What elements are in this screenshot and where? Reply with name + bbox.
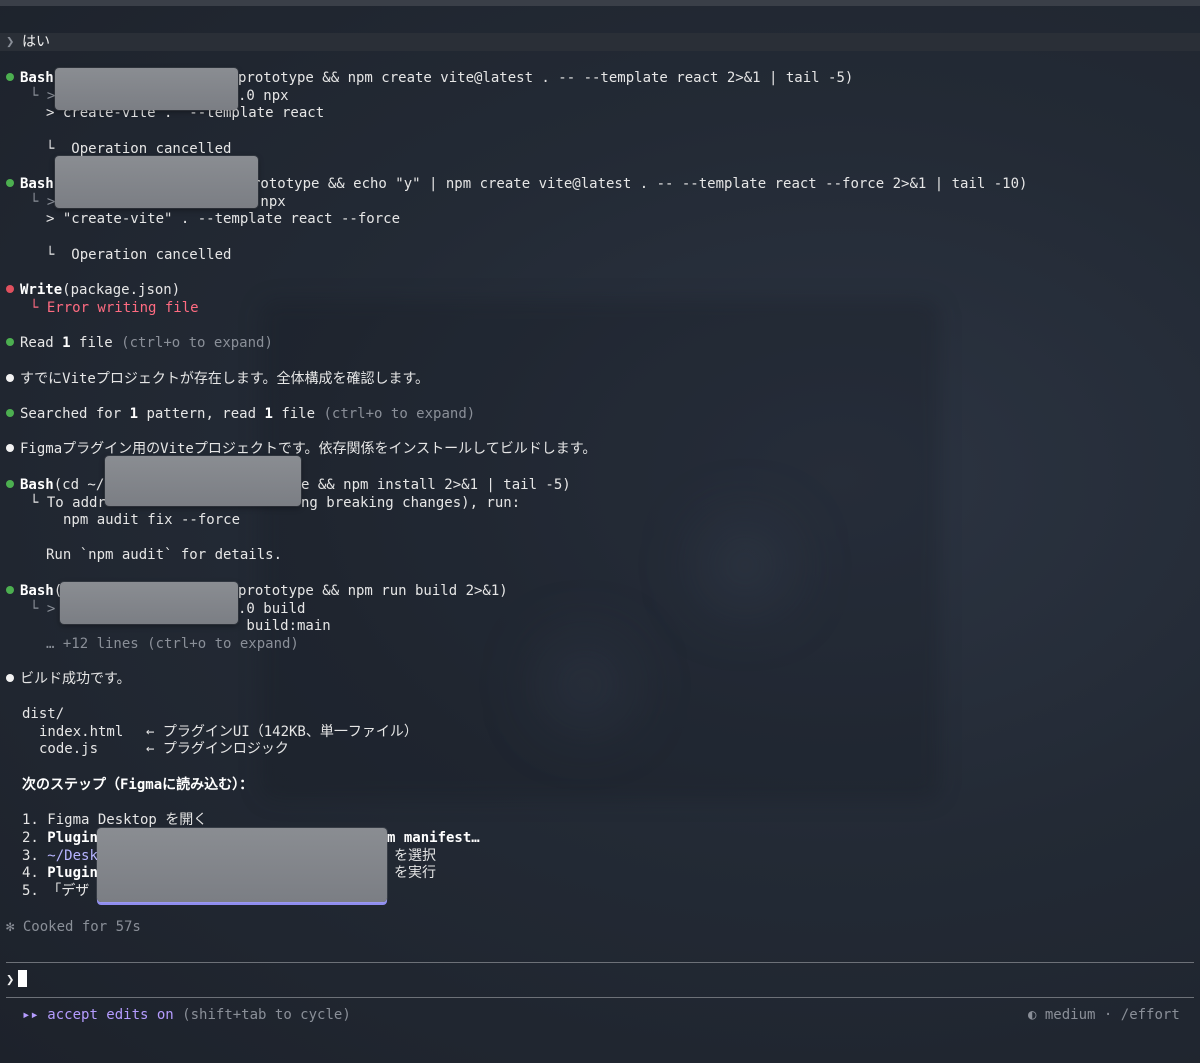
prompt-echo-symbol: ❯	[6, 34, 15, 50]
output-line: npm audit fix --force	[63, 512, 241, 528]
search-entry: Searched for 1 pattern, read 1 file (ctr…	[6, 405, 475, 423]
output-line: ng breaking changes), run:	[301, 495, 521, 511]
output-line: └ Operation cancelled	[46, 247, 232, 263]
message-dot-icon	[6, 444, 14, 452]
tool-argument: (package.json)	[62, 282, 181, 298]
step-3: 3. ~/Desk	[22, 848, 98, 864]
success-dot-icon	[6, 409, 14, 417]
tool-name: Bash	[20, 70, 54, 86]
output-line: Run `npm audit` for details.	[46, 547, 283, 563]
step-5: 5. 「デザ	[22, 883, 90, 899]
success-dot-icon	[6, 480, 14, 488]
assistant-message: ビルド成功です。	[6, 670, 131, 688]
write-entry: Write(package.json)	[6, 281, 180, 299]
tool-name: Bash	[20, 477, 54, 493]
tree-file: code.js	[39, 741, 99, 757]
assistant-message: すでにViteプロジェクトが存在します。全体構成を確認します。	[6, 370, 429, 388]
step-1: 1. Figma Desktop を開く	[22, 812, 208, 828]
message-dot-icon	[6, 674, 14, 682]
prompt-symbol: ❯	[6, 972, 15, 988]
message-dot-icon	[6, 374, 14, 382]
output-prefix: └ >	[30, 601, 56, 617]
error-dot-icon	[6, 285, 14, 293]
tree-file-desc: ← プラグインUI（142KB、単一ファイル）	[146, 724, 418, 740]
error-message: └ Error writing file	[30, 300, 199, 316]
fast-forward-icon: ▸▸	[22, 1007, 39, 1023]
mode-hint: (shift+tab to cycle)	[182, 1007, 351, 1023]
effort-level: medium	[1044, 1007, 1096, 1023]
window-top-bar	[0, 0, 1200, 6]
input-top-divider	[6, 962, 1194, 963]
output-line: build:main	[238, 618, 331, 634]
output-prefix: └ >	[30, 88, 56, 104]
prompt-input[interactable]: ❯	[6, 970, 28, 989]
terminal-window: ❯ はい Bash prototype && npm create vite@l…	[0, 0, 1200, 1063]
path-link[interactable]: ~/Desk	[47, 848, 98, 864]
step-2: 2. Plugin	[22, 830, 98, 846]
prompt-echo-text: はい	[22, 34, 50, 50]
bash-command: e && npm install 2>&1 | tail -5)	[301, 477, 571, 493]
bash-entry-3: Bash(cd ~/	[6, 476, 104, 494]
expand-hint[interactable]: (ctrl+o to expand)	[121, 335, 273, 351]
success-dot-icon	[6, 338, 14, 346]
next-steps-heading: 次のステップ（Figmaに読み込む）：	[22, 777, 254, 793]
step-3-tail: を選択	[394, 848, 436, 864]
bash-command: prototype && npm run build 2>&1)	[238, 583, 508, 599]
output-line: .0 build	[238, 601, 306, 617]
output-line: └ To addr	[30, 495, 106, 511]
mode-indicator[interactable]: ▸▸ accept edits on (shift+tab to cycle)	[22, 1006, 351, 1024]
elapsed-status: ✻ Cooked for 57s	[6, 919, 141, 935]
bash-command: prototype && npm create vite@latest . --…	[238, 70, 854, 86]
assistant-message: Figmaプラグイン用のViteプロジェクトです。依存関係をインストールしてビル…	[6, 440, 596, 458]
tool-name: Bash	[20, 176, 54, 192]
mode-label: accept edits on	[47, 1007, 174, 1023]
output-line: > "create-vite" . --template react --for…	[46, 211, 401, 227]
step-2-tail: m manifest…	[387, 830, 480, 846]
redaction-block	[55, 68, 238, 110]
redaction-block	[60, 582, 238, 624]
effort-command: /effort	[1120, 1007, 1180, 1023]
prompt-echo-bar	[0, 33, 1200, 51]
redaction-block	[97, 828, 387, 902]
text-cursor	[18, 970, 28, 987]
input-bottom-divider	[6, 997, 1194, 998]
effort-indicator[interactable]: ◐ medium · /effort	[1028, 1006, 1180, 1024]
tree-file: index.html	[39, 724, 124, 740]
success-dot-icon	[6, 73, 14, 81]
step-4: 4. Plugin	[22, 865, 98, 881]
read-entry: Read 1 file (ctrl+o to expand)	[6, 334, 273, 352]
success-dot-icon	[6, 179, 14, 187]
bash-entry-2: Bash	[6, 175, 54, 193]
redaction-block	[105, 456, 301, 506]
bash-entry-4: Bash(	[6, 582, 62, 600]
tree-file-desc: ← プラグインロジック	[146, 741, 289, 757]
step-4-tail: を実行	[394, 865, 436, 881]
tool-name: Bash	[20, 583, 54, 599]
output-line: .0 npx	[238, 88, 289, 104]
success-dot-icon	[6, 586, 14, 594]
collapsed-lines[interactable]: … +12 lines (ctrl+o to expand)	[46, 635, 299, 653]
redaction-block	[55, 156, 258, 208]
tool-name: Write	[20, 282, 63, 298]
bash-command: rototype && echo "y" | npm create vite@l…	[252, 176, 1028, 192]
expand-hint[interactable]: (ctrl+o to expand)	[323, 406, 475, 422]
bash-entry-1: Bash	[6, 69, 54, 87]
output-prefix: └ >	[30, 194, 56, 210]
tree-root: dist/	[22, 706, 65, 722]
